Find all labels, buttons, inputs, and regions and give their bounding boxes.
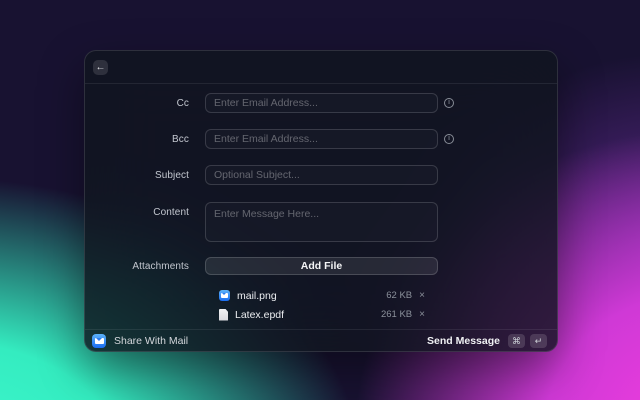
back-arrow-icon: ← [95, 61, 106, 73]
window-footer: Share With Mail Send Message ⌘ ↵ [85, 329, 557, 352]
attachments-row: Attachments Add File [85, 257, 557, 275]
info-icon[interactable]: i [444, 134, 454, 144]
bcc-input[interactable] [205, 129, 438, 149]
cc-label: Cc [176, 97, 189, 109]
add-file-label: Add File [300, 260, 343, 272]
document-icon [219, 308, 228, 321]
remove-attachment-icon[interactable]: × [419, 309, 425, 320]
attachment-row-mail-png: mail.png 62 KB × [205, 288, 438, 303]
file-name: Latex.epdf [235, 308, 285, 321]
subject-input[interactable] [205, 165, 438, 185]
cc-row: Cc i [85, 93, 557, 113]
file-size: 62 KB [386, 290, 413, 301]
subject-label: Subject [154, 169, 189, 181]
share-with-mail-window: ← Cc i Bcc i Subject Content Attachments [84, 50, 558, 352]
attachment-row-latex-epdf: Latex.epdf 261 KB × [205, 307, 438, 322]
info-icon[interactable]: i [444, 98, 454, 108]
mail-app-icon [92, 334, 106, 348]
command-key-icon: ⌘ [508, 334, 525, 348]
send-message-label: Send Message [427, 335, 500, 347]
file-name: mail.png [237, 289, 277, 302]
bcc-label: Bcc [172, 133, 189, 145]
subject-row: Subject [85, 165, 557, 185]
attachments-label: Attachments [132, 260, 189, 272]
footer-app-identity: Share With Mail [92, 334, 188, 348]
file-size: 261 KB [380, 309, 413, 320]
back-button[interactable]: ← [93, 60, 108, 75]
content-row: Content [85, 202, 557, 242]
extension-title: Share With Mail [114, 335, 189, 347]
content-label: Content [153, 207, 189, 218]
desktop-background: ← Cc i Bcc i Subject Content Attachments [0, 0, 640, 400]
add-file-button[interactable]: Add File [205, 257, 438, 275]
send-message-button[interactable]: Send Message ⌘ ↵ [424, 332, 550, 350]
mail-app-icon [219, 290, 230, 301]
bcc-row: Bcc i [85, 129, 557, 149]
remove-attachment-icon[interactable]: × [419, 290, 425, 301]
window-header: ← [85, 51, 557, 84]
cc-input[interactable] [205, 93, 438, 113]
content-input[interactable] [205, 202, 438, 242]
enter-key-icon: ↵ [530, 334, 547, 348]
